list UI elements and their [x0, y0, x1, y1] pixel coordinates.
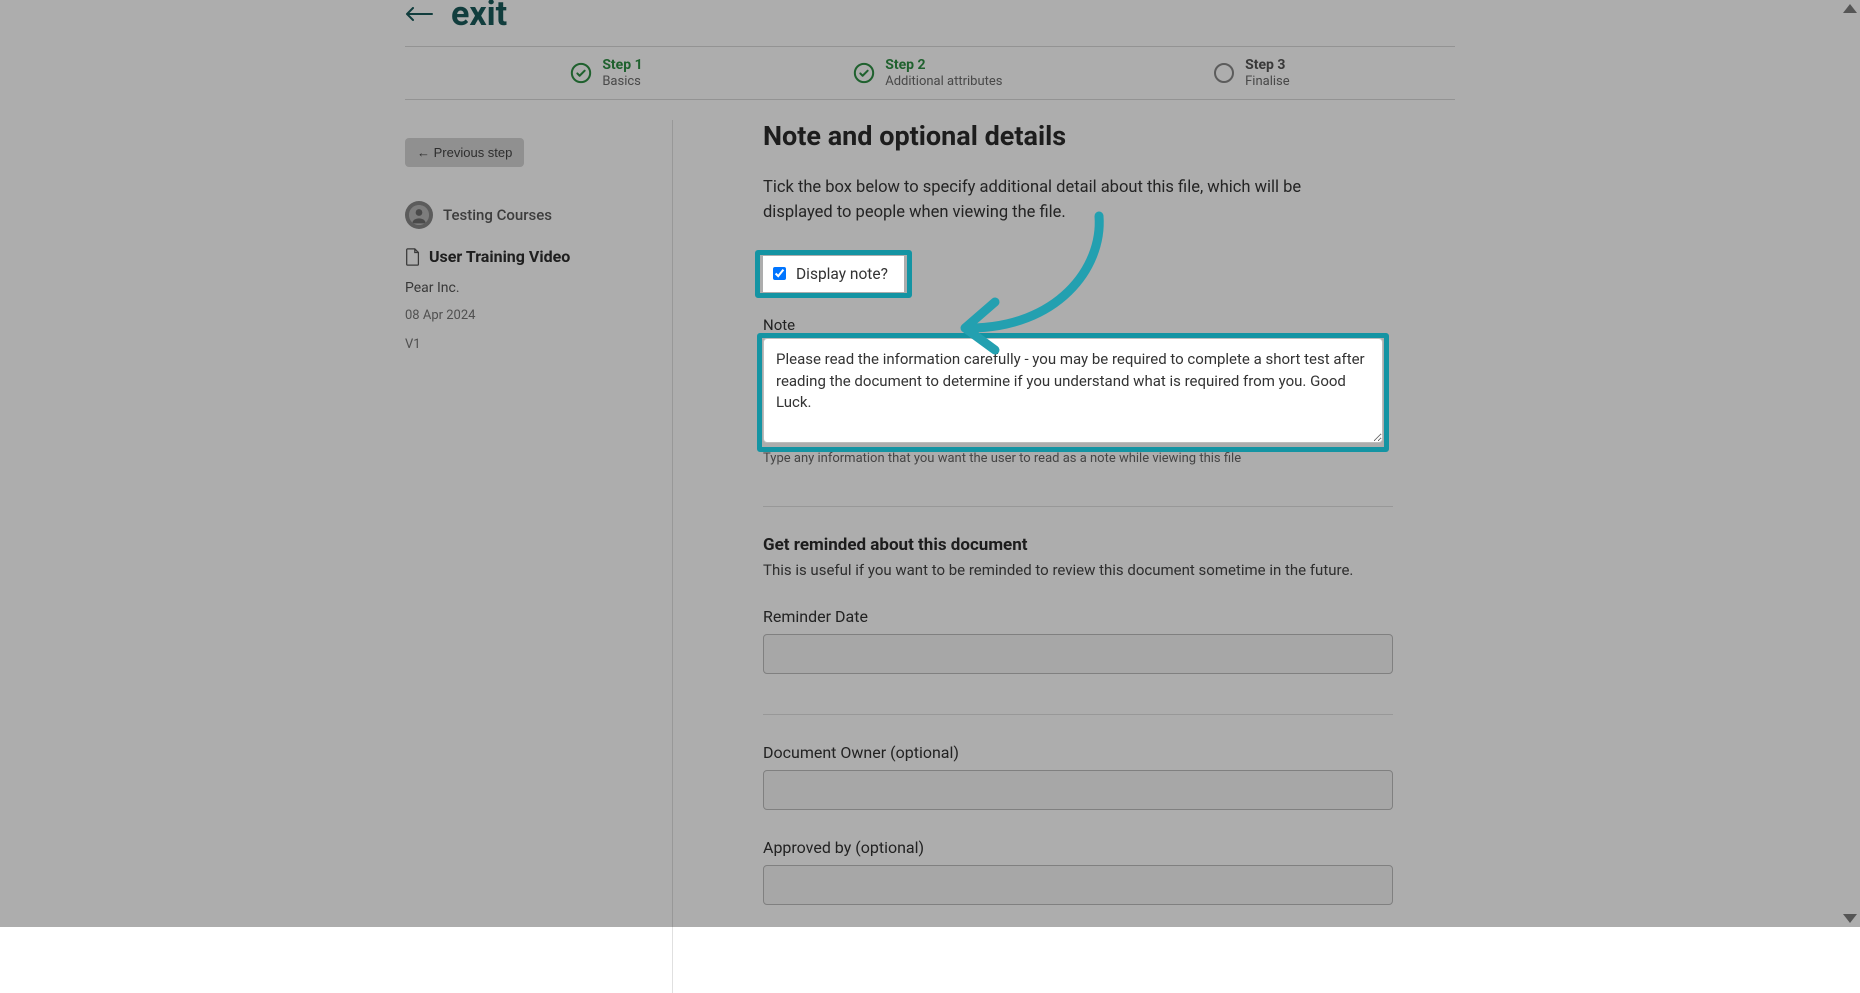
step-3-title: Step 3 [1245, 57, 1290, 74]
scroll-up-icon[interactable] [1843, 4, 1857, 13]
sidebar: ← Previous step Testing Courses User Tra… [405, 120, 673, 993]
author-name: Testing Courses [443, 206, 552, 224]
reminder-date-input[interactable] [763, 634, 1393, 674]
reminder-date-label: Reminder Date [763, 607, 1443, 626]
previous-step-button[interactable]: ← Previous step [405, 138, 524, 167]
display-note-checkbox[interactable] [773, 267, 786, 280]
display-note-label: Display note? [796, 265, 888, 283]
divider [763, 714, 1393, 715]
page-title: Note and optional details [763, 120, 1443, 152]
check-circle-icon [570, 62, 592, 84]
circle-open-icon [1213, 62, 1235, 84]
section-description: Tick the box below to specify additional… [763, 176, 1373, 226]
step-1-sub: Basics [602, 74, 642, 90]
approved-by-label: Approved by (optional) [763, 838, 1443, 857]
step-3[interactable]: Step 3 Finalise [1213, 57, 1290, 89]
document-owner-input[interactable] [763, 770, 1393, 810]
document-version: V1 [405, 337, 652, 352]
step-2-sub: Additional attributes [885, 74, 1002, 90]
form-column: Note and optional details Tick the box b… [673, 120, 1455, 993]
note-textarea[interactable] [763, 338, 1383, 443]
step-1-title: Step 1 [602, 57, 642, 74]
note-helper-text: Type any information that you want the u… [763, 451, 1443, 466]
back-arrow-icon[interactable] [405, 5, 433, 23]
step-2[interactable]: Step 2 Additional attributes [853, 57, 1002, 89]
organisation-name: Pear Inc. [405, 280, 652, 296]
document-owner-label: Document Owner (optional) [763, 743, 1443, 762]
scroll-down-icon[interactable] [1843, 914, 1857, 923]
document-icon [405, 248, 421, 266]
exit-link[interactable]: exit [451, 0, 507, 34]
reminder-description: This is useful if you want to be reminde… [763, 561, 1443, 579]
approved-by-input[interactable] [763, 865, 1393, 905]
note-label: Note [763, 316, 1443, 334]
check-circle-icon [853, 62, 875, 84]
stepper: Step 1 Basics Step 2 Additional attribut… [405, 46, 1455, 100]
display-note-checkbox-wrap[interactable]: Display note? [763, 256, 904, 292]
avatar [405, 201, 433, 229]
divider [763, 506, 1393, 507]
step-1[interactable]: Step 1 Basics [570, 57, 642, 89]
step-2-title: Step 2 [885, 57, 1002, 74]
document-title: User Training Video [429, 247, 570, 266]
step-3-sub: Finalise [1245, 74, 1290, 90]
reminder-heading: Get reminded about this document [763, 535, 1443, 555]
document-date: 08 Apr 2024 [405, 308, 652, 323]
